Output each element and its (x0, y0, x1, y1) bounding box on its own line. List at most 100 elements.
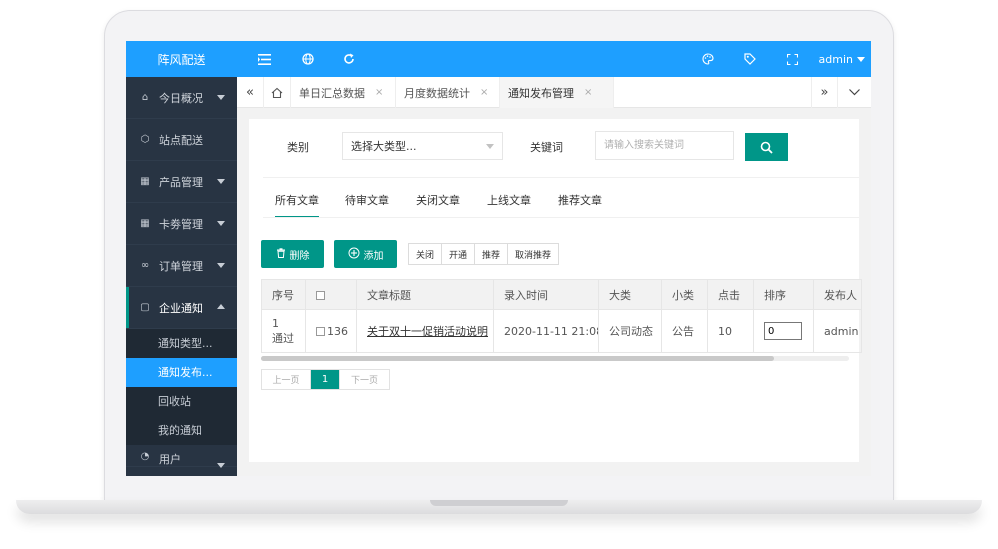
sidebar-item-label: 订单管理 (159, 259, 203, 273)
col-header-sort: 排序 (753, 279, 814, 310)
sidebar-subitem-my-notices[interactable]: 我的通知 (126, 416, 237, 445)
notice-icon: ▢ (140, 302, 150, 313)
keyword-label: 关键词 (530, 141, 563, 154)
tab-online-articles[interactable]: 上线文章 (487, 192, 531, 218)
row-id: 136 (327, 324, 348, 338)
sidebar-item-label: 企业通知 (159, 301, 203, 315)
tab-label: 单日汇总数据 (299, 86, 365, 100)
sidebar-item-label: 产品管理 (159, 175, 203, 189)
tab-pending-articles[interactable]: 待审文章 (345, 192, 389, 218)
chevron-down-icon[interactable] (838, 77, 871, 108)
select-all-checkbox[interactable] (316, 290, 325, 300)
sidebar-subitem-recycle[interactable]: 回收站 (126, 387, 237, 416)
open-article-button[interactable]: 开通 (442, 244, 476, 264)
cell-clicks: 10 (707, 309, 754, 353)
delete-button[interactable]: 删除 (261, 240, 324, 268)
sidebar-item-delivery[interactable]: ⬡ 站点配送 (126, 119, 237, 161)
col-header-seq: 序号 (261, 279, 306, 310)
tab-label: 月度数据统计 (404, 86, 470, 100)
sidebar-item-label: 卡劵管理 (159, 217, 203, 231)
palette-icon[interactable] (693, 41, 723, 77)
sidebar: 阵风配送 ⌂ 今日概况 ⬡ 站点配送 ▦ 产品管理 ▦ 卡劵管理 ∞ 订单管理 … (126, 41, 237, 476)
app-screen: 阵风配送 ⌂ 今日概况 ⬡ 站点配送 ▦ 产品管理 ▦ 卡劵管理 ∞ 订单管理 … (126, 41, 871, 476)
col-header-select (305, 279, 357, 310)
unrecommend-button[interactable]: 取消推荐 (508, 244, 559, 264)
tabs-next-icon[interactable]: » (811, 77, 838, 108)
col-header-category: 大类 (598, 279, 662, 310)
close-icon[interactable]: × (480, 87, 488, 98)
chevron-down-icon (217, 221, 225, 226)
category-label: 类别 (287, 141, 309, 154)
search-button[interactable] (745, 133, 788, 161)
row-status: 通过 (272, 332, 294, 345)
row-checkbox[interactable] (316, 327, 325, 336)
cell-subcategory: 公告 (661, 309, 708, 353)
sidebar-item-label: 用户 (159, 453, 181, 466)
sidebar-item-coupons[interactable]: ▦ 卡劵管理 (126, 203, 237, 245)
tab-label: 通知发布管理 (508, 86, 574, 100)
chevron-down-icon (486, 144, 494, 149)
sidebar-item-orders[interactable]: ∞ 订单管理 (126, 245, 237, 287)
brand-logo[interactable]: 阵风配送 (126, 41, 237, 77)
page-button-current[interactable]: 1 (311, 370, 340, 389)
grid-icon: ▦ (140, 176, 150, 187)
horizontal-scrollbar[interactable] (261, 356, 849, 361)
content-card: 类别 选择大类型... 关键词 所有文章 待审文章 关闭文章 上线文章 推荐文章… (249, 119, 862, 462)
keyword-input[interactable] (595, 131, 734, 160)
tabs-prev-icon[interactable]: « (237, 77, 264, 108)
chevron-down-icon (217, 179, 225, 184)
tab-notice-publish[interactable]: 通知发布管理 × (500, 77, 614, 108)
category-select-value: 选择大类型... (351, 140, 417, 153)
chevron-down-icon (217, 95, 225, 100)
col-header-subcategory: 小类 (661, 279, 708, 310)
add-button[interactable]: 添加 (334, 240, 397, 268)
trash-icon (276, 247, 286, 261)
prev-page-button[interactable]: 上一页 (262, 370, 311, 389)
grid-icon: ▦ (140, 218, 150, 229)
close-article-button[interactable]: 关闭 (409, 244, 443, 264)
add-circle-icon (348, 247, 360, 262)
col-header-clicks: 点击 (707, 279, 754, 310)
sidebar-item-label: 今日概况 (159, 91, 203, 105)
tab-recommended-articles[interactable]: 推荐文章 (558, 192, 602, 218)
user-menu[interactable]: admin (819, 41, 865, 77)
laptop-notch (430, 500, 568, 506)
close-icon[interactable]: × (375, 87, 383, 98)
tab-daily-summary[interactable]: 单日汇总数据 × (291, 77, 396, 108)
sidebar-subnav: 通知类型... 通知发布... 回收站 我的通知 (126, 329, 237, 445)
sidebar-item-overview[interactable]: ⌂ 今日概况 (126, 77, 237, 119)
chevron-down-icon (217, 263, 225, 268)
menu-icon[interactable] (249, 41, 279, 77)
recommend-button[interactable]: 推荐 (475, 244, 509, 264)
tag-icon[interactable] (735, 41, 765, 77)
next-page-button[interactable]: 下一页 (340, 370, 389, 389)
search-icon (760, 141, 773, 154)
sort-input[interactable] (764, 322, 802, 340)
tab-closed-articles[interactable]: 关闭文章 (416, 192, 460, 218)
home-icon[interactable] (264, 77, 291, 108)
fullscreen-icon[interactable] (777, 41, 807, 77)
status-button-group: 关闭 开通 推荐 取消推荐 (408, 243, 560, 265)
user-icon: ◔ (140, 451, 150, 462)
user-name: admin (818, 52, 853, 66)
sidebar-item-products[interactable]: ▦ 产品管理 (126, 161, 237, 203)
tab-all-articles[interactable]: 所有文章 (275, 192, 319, 218)
article-title-link[interactable]: 关于双十一促销活动说明 (367, 325, 488, 338)
tab-monthly-stats[interactable]: 月度数据统计 × (396, 77, 500, 108)
sidebar-subitem-notice-types[interactable]: 通知类型... (126, 329, 237, 358)
globe-icon[interactable] (293, 41, 323, 77)
cell-publisher: admin (813, 309, 862, 353)
cell-seq: 1 通过 (261, 309, 306, 353)
category-select[interactable]: 选择大类型... (342, 132, 503, 160)
scrollbar-thumb[interactable] (261, 356, 774, 361)
sidebar-item-users[interactable]: ◔ 用户 (126, 445, 237, 468)
cell-select: 136 (305, 309, 357, 353)
col-header-publisher: 发布人 (813, 279, 862, 310)
articles-table: 序号 文章标题 录入时间 大类 小类 点击 排序 发布人 1 通过 136 关于… (261, 279, 862, 353)
close-icon[interactable]: × (584, 87, 592, 98)
delete-button-label: 删除 (289, 250, 310, 262)
sidebar-item-notices[interactable]: ▢ 企业通知 (126, 287, 237, 329)
refresh-icon[interactable] (334, 41, 364, 77)
sidebar-subitem-notice-publish[interactable]: 通知发布... (126, 358, 237, 387)
chevron-down-icon (857, 56, 865, 62)
